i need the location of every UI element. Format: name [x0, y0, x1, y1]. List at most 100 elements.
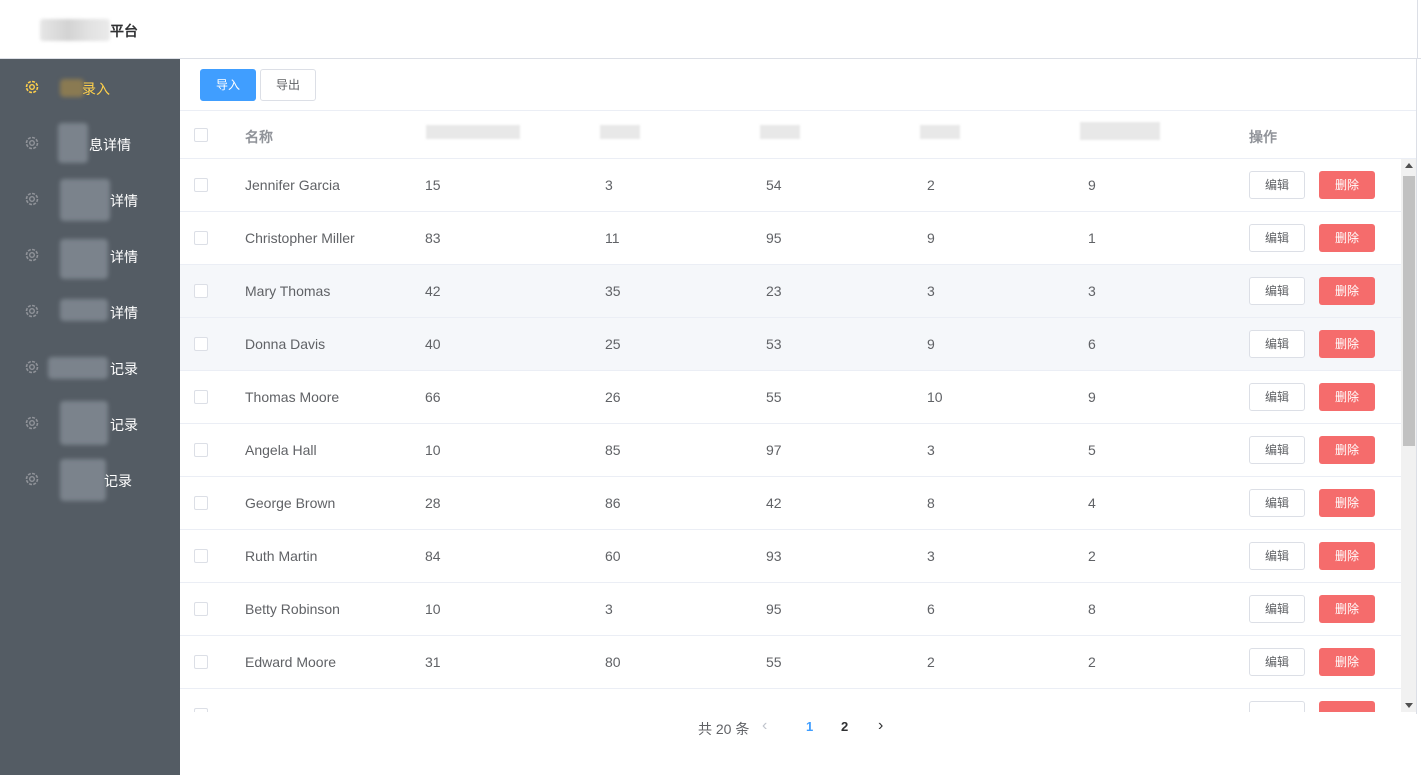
cell-value: 66 — [425, 389, 441, 405]
edit-button[interactable]: 编辑 — [1249, 595, 1305, 623]
select-all-checkbox[interactable] — [194, 128, 208, 142]
delete-button[interactable]: 删除 — [1319, 277, 1375, 305]
delete-button[interactable]: 删除 — [1319, 489, 1375, 517]
label-blur — [60, 401, 108, 445]
cell-name: Thomas Moore — [245, 389, 340, 405]
sidebar-item-6[interactable]: 记录 — [0, 339, 180, 395]
edit-button[interactable]: 编辑 — [1249, 648, 1305, 676]
delete-button[interactable]: 删除 — [1319, 595, 1375, 623]
row-checkbox[interactable] — [194, 337, 208, 351]
cell-value: 25 — [605, 336, 621, 352]
vertical-scrollbar[interactable] — [1401, 159, 1417, 712]
cell-value: 9 — [1088, 177, 1096, 193]
cell-value: 3 — [927, 442, 935, 458]
delete-button[interactable]: 删除 — [1319, 436, 1375, 464]
scroll-down-arrow-icon[interactable] — [1405, 703, 1413, 708]
export-button[interactable]: 导出 — [260, 69, 316, 101]
delete-button[interactable]: 删除 — [1319, 383, 1375, 411]
sidebar-item-label: 录入 — [82, 81, 110, 97]
cell-value: 95 — [766, 601, 782, 617]
delete-button[interactable]: 删除 — [1319, 224, 1375, 252]
edit-button[interactable]: 编辑 — [1249, 383, 1305, 411]
row-checkbox[interactable] — [194, 390, 208, 404]
cell-value: 93 — [766, 548, 782, 564]
table-row: Donna Davis 40 25 53 9 6 编辑 删除 — [180, 318, 1401, 371]
cell-value: 42 — [425, 283, 441, 299]
edit-button[interactable]: 编辑 — [1249, 171, 1305, 199]
sidebar-item-label: 详情 — [110, 305, 138, 321]
page-1-button[interactable]: 1 — [806, 719, 813, 734]
import-button[interactable]: 导入 — [200, 69, 256, 101]
sidebar-item-4[interactable]: 详情 — [0, 227, 180, 283]
cell-value: 2 — [927, 177, 935, 193]
sidebar-item-5[interactable]: 详情 — [0, 283, 180, 339]
row-checkbox[interactable] — [194, 549, 208, 563]
sidebar-item-label: 详情 — [110, 193, 138, 209]
cell-value: 83 — [425, 230, 441, 246]
column-header-name: 名称 — [245, 129, 273, 145]
page-2-button[interactable]: 2 — [841, 719, 848, 734]
edit-button[interactable] — [1249, 701, 1305, 712]
table-row: Betty Robinson 10 3 95 6 8 编辑 删除 — [180, 583, 1401, 636]
label-blur — [48, 357, 108, 379]
cell-value: 95 — [766, 230, 782, 246]
row-checkbox[interactable] — [194, 284, 208, 298]
cell-value: 55 — [766, 654, 782, 670]
cell-value: 15 — [425, 177, 441, 193]
sidebar-item-label: 记录 — [110, 361, 138, 377]
row-checkbox[interactable] — [194, 231, 208, 245]
row-checkbox[interactable] — [194, 443, 208, 457]
delete-button[interactable]: 删除 — [1319, 648, 1375, 676]
row-checkbox[interactable] — [194, 496, 208, 510]
data-table: 名称 操作 Jennifer Garcia 15 3 54 2 9 编辑 删除 — [180, 112, 1417, 712]
edit-button[interactable]: 编辑 — [1249, 224, 1305, 252]
table-header: 名称 操作 — [180, 112, 1417, 159]
label-blur — [60, 299, 108, 321]
edit-button[interactable]: 编辑 — [1249, 542, 1305, 570]
cell-value: 60 — [605, 548, 621, 564]
gear-icon — [25, 304, 39, 318]
delete-button[interactable]: 删除 — [1319, 542, 1375, 570]
sidebar-item-2[interactable]: 息详情 — [0, 115, 180, 171]
edit-button[interactable]: 编辑 — [1249, 330, 1305, 358]
table-row: Mary Thomas 42 35 23 3 3 编辑 删除 — [180, 265, 1401, 318]
main-content: 导入 导出 名称 操作 Jennifer Garcia 15 3 54 2 9 … — [180, 59, 1417, 775]
edit-button[interactable]: 编辑 — [1249, 277, 1305, 305]
row-checkbox[interactable] — [194, 655, 208, 669]
table-row — [180, 689, 1401, 712]
cell-value: 8 — [1088, 601, 1096, 617]
gear-icon — [25, 192, 39, 206]
column-header-blurred — [920, 125, 960, 139]
platform-title: 平台 — [110, 23, 138, 39]
delete-button[interactable] — [1319, 701, 1375, 712]
row-checkbox[interactable] — [194, 602, 208, 616]
cell-value: 42 — [766, 495, 782, 511]
scrollbar-thumb[interactable] — [1403, 176, 1415, 446]
sidebar-item-8[interactable]: 记录 — [0, 451, 180, 507]
delete-button[interactable]: 删除 — [1319, 171, 1375, 199]
cell-name: Jennifer Garcia — [245, 177, 340, 193]
label-blur — [60, 79, 84, 97]
scroll-up-arrow-icon[interactable] — [1405, 163, 1413, 168]
cell-value: 28 — [425, 495, 441, 511]
header-divider — [1417, 0, 1418, 59]
column-header-actions: 操作 — [1249, 129, 1277, 145]
cell-value: 23 — [766, 283, 782, 299]
cell-value: 6 — [927, 601, 935, 617]
sidebar-item-1[interactable]: 录入 — [0, 59, 180, 115]
label-blur — [60, 179, 110, 221]
delete-button[interactable]: 删除 — [1319, 330, 1375, 358]
cell-value: 5 — [1088, 442, 1096, 458]
table-row: George Brown 28 86 42 8 4 编辑 删除 — [180, 477, 1401, 530]
edit-button[interactable]: 编辑 — [1249, 436, 1305, 464]
cell-value: 2 — [1088, 548, 1096, 564]
chevron-right-icon[interactable]: › — [878, 717, 883, 735]
edit-button[interactable]: 编辑 — [1249, 489, 1305, 517]
content-border — [1416, 59, 1417, 714]
cell-name: Mary Thomas — [245, 283, 331, 299]
label-blur — [60, 459, 106, 501]
row-checkbox[interactable] — [194, 178, 208, 192]
chevron-left-icon[interactable]: ‹ — [762, 717, 767, 735]
sidebar-item-3[interactable]: 详情 — [0, 171, 180, 227]
sidebar-item-7[interactable]: 记录 — [0, 395, 180, 451]
